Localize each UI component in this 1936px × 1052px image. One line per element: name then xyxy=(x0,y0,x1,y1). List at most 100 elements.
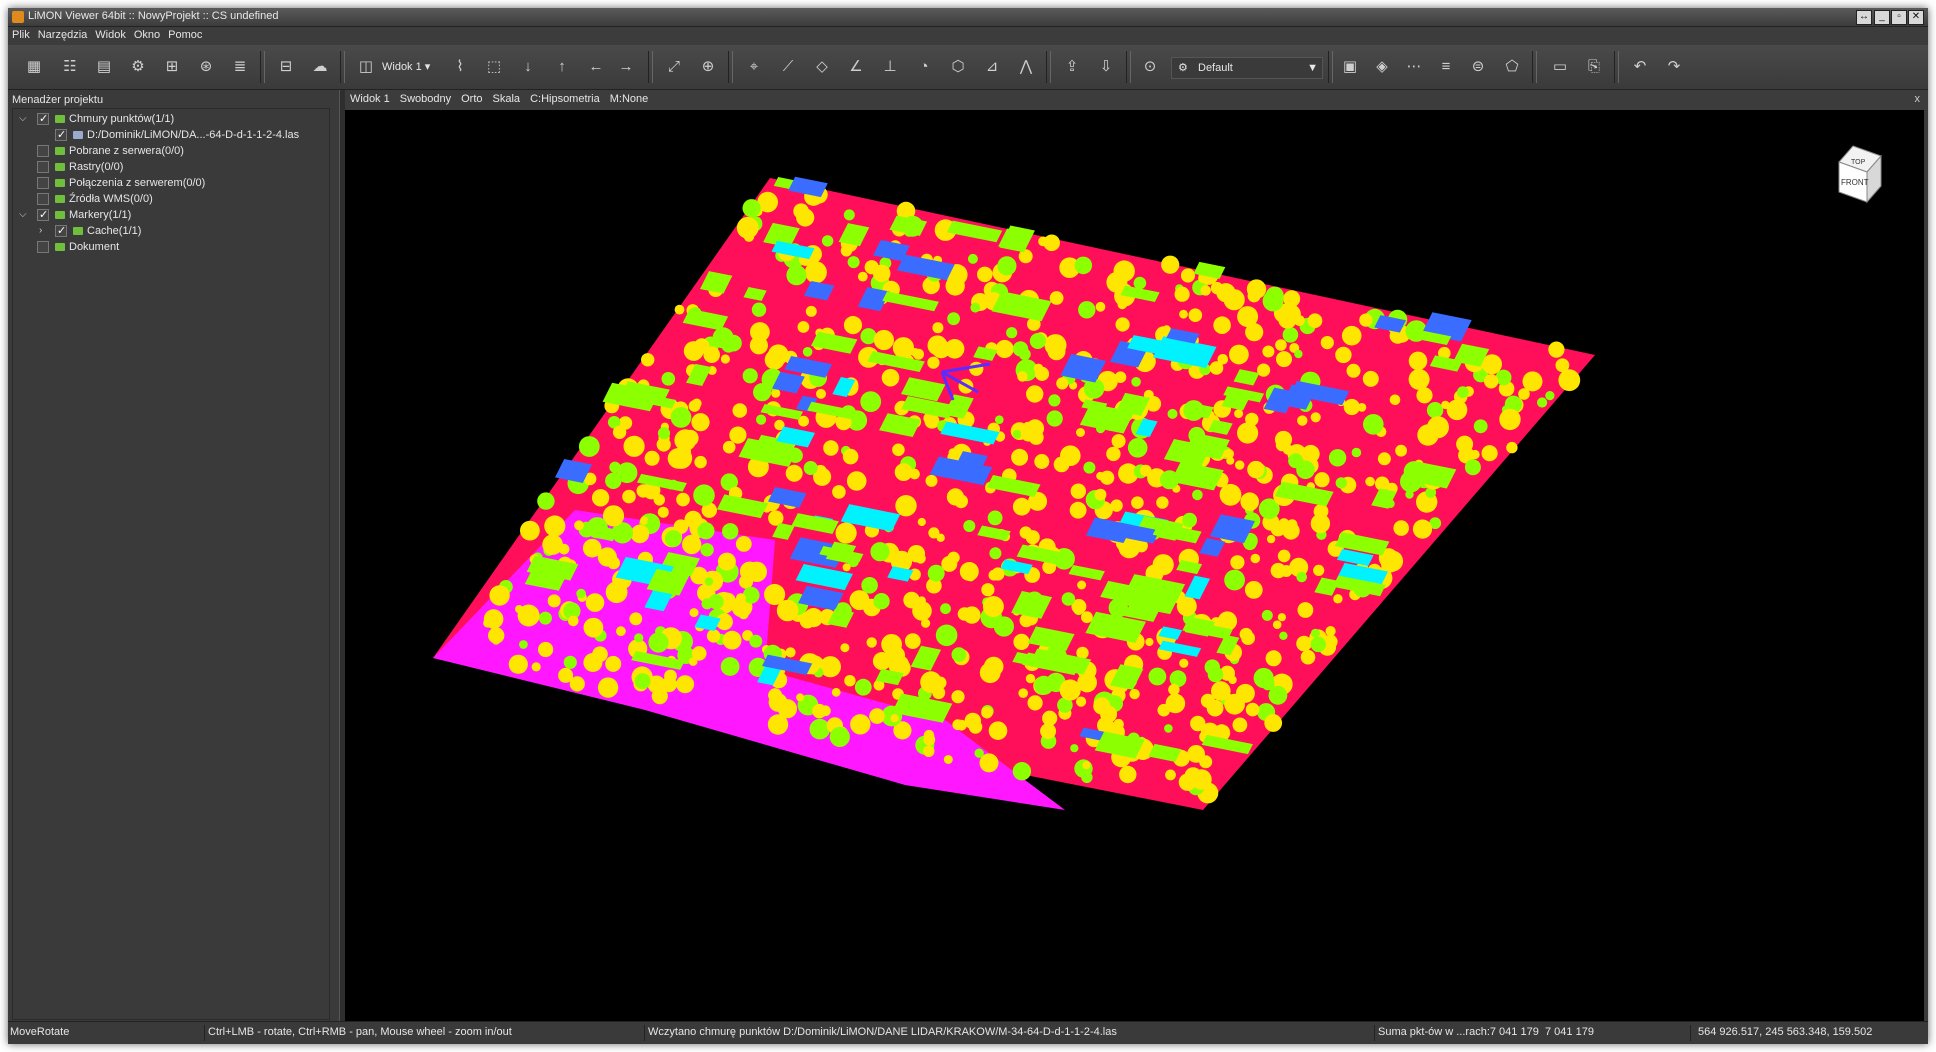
view-icon[interactable]: ◫ xyxy=(354,55,378,79)
tree-canopy xyxy=(1047,342,1066,361)
tree-canopy xyxy=(847,256,860,269)
redo-icon[interactable]: ↷ xyxy=(1662,55,1686,79)
project-manager-panel: Menadżer projektu ⌵ Chmury punktów(1/1) … xyxy=(8,90,339,1022)
checkbox[interactable] xyxy=(37,241,49,253)
3d-viewport[interactable]: TOP FRONT xyxy=(345,110,1924,1022)
orbit-icon[interactable]: ⊕ xyxy=(696,55,720,79)
checkbox[interactable] xyxy=(55,223,67,239)
menu-plik[interactable]: Plik xyxy=(8,27,34,41)
checkbox[interactable] xyxy=(37,161,49,173)
tree-canopy xyxy=(681,429,699,447)
color-scheme-select[interactable]: ⚙ Default ▼ xyxy=(1171,57,1323,79)
tree-canopy xyxy=(704,577,714,586)
measure-volume-icon[interactable]: ⬡ xyxy=(946,55,970,79)
measure-angle-icon[interactable]: ∠ xyxy=(844,55,868,79)
measure-point-icon[interactable]: ⌖ xyxy=(742,55,766,79)
status-bar: MoveRotate Ctrl+LMB - rotate, Ctrl+RMB -… xyxy=(8,1021,1928,1044)
menu-widok[interactable]: Widok xyxy=(91,27,130,41)
viewcube[interactable]: TOP FRONT xyxy=(1838,145,1882,204)
arrow-right-icon[interactable]: → xyxy=(614,55,638,79)
tree-canopy xyxy=(544,515,566,537)
arrow-down-icon[interactable]: ↓ xyxy=(516,55,540,79)
minimize-button[interactable]: _ xyxy=(1874,10,1890,25)
menu-okno[interactable]: Okno xyxy=(130,27,164,41)
tree-canopy xyxy=(861,577,878,594)
undo-icon[interactable]: ↶ xyxy=(1628,55,1652,79)
measure-distance-icon[interactable]: ⟋ xyxy=(776,55,800,79)
view-selector[interactable]: Widok 1 ▾ xyxy=(382,55,430,79)
tree-canopy xyxy=(1282,522,1300,540)
checkbox[interactable] xyxy=(37,207,49,223)
menu-pomoc[interactable]: Pomoc xyxy=(164,27,206,41)
chevron-down-icon[interactable]: ⌵ xyxy=(19,207,27,223)
checkbox[interactable] xyxy=(37,145,49,157)
maximize-button[interactable]: ▫ xyxy=(1891,10,1907,25)
tool-e-icon[interactable]: ⊜ xyxy=(1466,55,1490,79)
point-cloud-render[interactable]: TOP FRONT xyxy=(345,110,1924,1022)
filter-icon[interactable]: ⊞ xyxy=(160,55,184,79)
view-close-icon[interactable]: x xyxy=(1915,93,1921,105)
measure-section-icon[interactable]: ⊿ xyxy=(980,55,1004,79)
tree-canopy xyxy=(640,516,649,525)
profile-icon[interactable]: ⌇ xyxy=(448,55,472,79)
list-icon[interactable]: ≣ xyxy=(228,55,252,79)
view-mode-free[interactable]: Swobodny xyxy=(395,90,456,105)
measure-area-icon[interactable]: ◇ xyxy=(810,55,834,79)
checkbox[interactable] xyxy=(37,193,49,205)
menu-narzedzia[interactable]: Narzędzia xyxy=(34,27,92,41)
tree-canopy xyxy=(809,718,831,740)
chevron-right-icon[interactable]: › xyxy=(39,223,42,239)
report-icon[interactable]: ▭ xyxy=(1548,55,1572,79)
tree-canopy xyxy=(997,256,1017,276)
document-icon[interactable]: ⎘ xyxy=(1582,55,1606,79)
tree-canopy xyxy=(983,656,1004,677)
view-marker[interactable]: M:None xyxy=(605,90,654,105)
arrow-up-icon[interactable]: ↑ xyxy=(550,55,574,79)
measure-radius-icon[interactable]: ◔ xyxy=(912,55,936,79)
tree-canopy xyxy=(1187,745,1205,763)
classify-icon[interactable]: ⊙ xyxy=(1138,55,1162,79)
tree-view-icon[interactable]: ☷ xyxy=(58,55,82,79)
tool-d-icon[interactable]: ≡ xyxy=(1434,55,1458,79)
tool-f-icon[interactable]: ⬠ xyxy=(1500,55,1524,79)
tree-canopy xyxy=(1148,667,1167,686)
checkbox[interactable] xyxy=(37,111,49,127)
tree-canopy xyxy=(1115,317,1130,332)
view-scale[interactable]: Skala xyxy=(488,90,526,105)
chevron-down-icon[interactable]: ⌵ xyxy=(19,111,27,127)
tree-canopy xyxy=(578,436,600,457)
view-mode-ortho[interactable]: Orto xyxy=(456,90,487,105)
layer-properties-icon[interactable]: ▤ xyxy=(92,55,116,79)
tree-canopy xyxy=(1034,366,1050,381)
export-icon[interactable]: ⇪ xyxy=(1060,55,1084,79)
arrow-left-icon[interactable]: ← xyxy=(584,55,608,79)
close-button[interactable]: ✕ xyxy=(1908,10,1924,25)
tree-canopy xyxy=(1029,333,1046,349)
tree-canopy xyxy=(866,637,877,648)
tree-canopy xyxy=(623,435,645,457)
settings-icon[interactable]: ⚙ xyxy=(126,55,150,79)
tool-c-icon[interactable]: ⋯ xyxy=(1402,55,1426,79)
tree-canopy xyxy=(1558,369,1581,392)
tree-canopy xyxy=(508,654,528,674)
project-panel-icon[interactable]: ▦ xyxy=(22,55,46,79)
view-colorization[interactable]: C:Hipsometria xyxy=(525,90,605,105)
import-icon[interactable]: ⇩ xyxy=(1094,55,1118,79)
measure-profile-icon[interactable]: ⋀ xyxy=(1014,55,1038,79)
tree-canopy xyxy=(1237,422,1259,444)
fit-view-icon[interactable]: ⬚ xyxy=(482,55,506,79)
select-icon[interactable]: ⤢ xyxy=(662,55,686,79)
classes-icon[interactable]: ⊛ xyxy=(194,55,218,79)
measure-icon[interactable]: ⊟ xyxy=(274,55,298,79)
cloud-icon[interactable]: ☁ xyxy=(308,55,332,79)
tree-canopy xyxy=(768,693,788,712)
tool-b-icon[interactable]: ◈ xyxy=(1370,55,1394,79)
checkbox[interactable] xyxy=(55,127,67,143)
view-name[interactable]: Widok 1 xyxy=(345,90,395,105)
tree-canopy xyxy=(732,403,748,418)
restore-split-icon[interactable]: ↔ xyxy=(1856,10,1872,25)
measure-height-icon[interactable]: ⊥ xyxy=(878,55,902,79)
tool-a-icon[interactable]: ▣ xyxy=(1338,55,1362,79)
tree-canopy xyxy=(1266,534,1276,544)
checkbox[interactable] xyxy=(37,177,49,189)
